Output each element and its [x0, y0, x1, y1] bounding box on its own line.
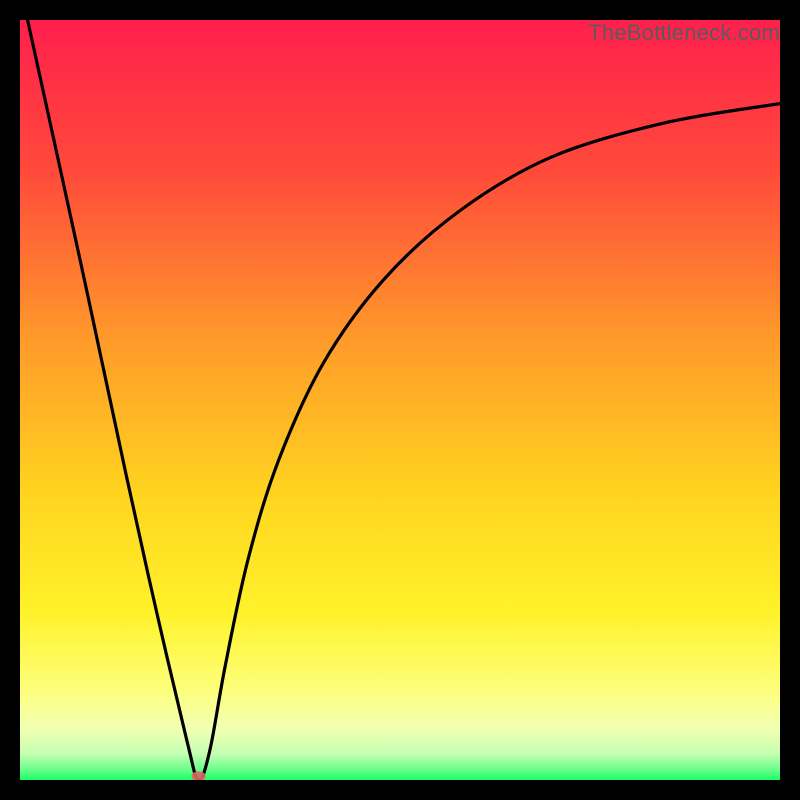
bottleneck-chart — [20, 20, 780, 780]
watermark-text: TheBottleneck.com — [588, 20, 780, 46]
gradient-background — [20, 20, 780, 780]
chart-frame: TheBottleneck.com — [20, 20, 780, 780]
